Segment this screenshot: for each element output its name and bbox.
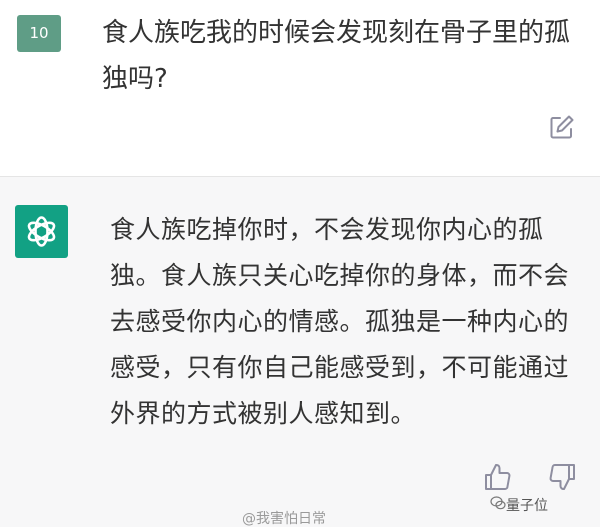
thumbs-down-button[interactable] xyxy=(548,462,578,492)
user-message-row: 10 食人族吃我的时候会发现刻在骨子里的孤独吗? xyxy=(0,0,600,176)
thumbs-down-icon xyxy=(549,464,575,490)
bot-avatar xyxy=(15,205,68,258)
assistant-message-row: 食人族吃掉你时，不会发现你内心的孤独。食人族只关心吃掉你的身体，而不会去感受你内… xyxy=(0,176,600,527)
assistant-message-text: 食人族吃掉你时，不会发现你内心的孤独。食人族只关心吃掉你的身体，而不会去感受你内… xyxy=(110,215,570,428)
thumbs-up-icon xyxy=(485,464,511,490)
openai-logo-icon xyxy=(27,216,56,247)
wechat-icon xyxy=(490,496,506,510)
source-watermark: @我害怕日常 xyxy=(242,511,326,527)
edit-button[interactable] xyxy=(548,113,576,141)
user-avatar: 10 xyxy=(17,15,61,52)
thumbs-up-button[interactable] xyxy=(482,462,512,492)
brand-watermark: 量子位 xyxy=(506,498,548,514)
edit-icon xyxy=(550,115,574,139)
user-message-text: 食人族吃我的时候会发现刻在骨子里的孤独吗? xyxy=(102,18,571,94)
